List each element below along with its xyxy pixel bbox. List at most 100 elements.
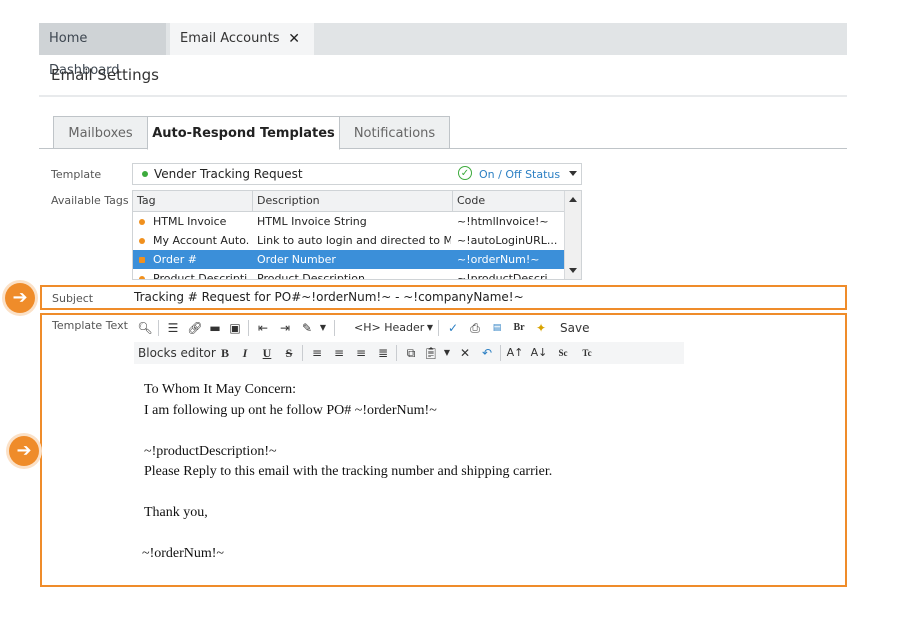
editor-line: To Whom It May Concern:: [144, 382, 296, 397]
cell-tag: Product Descripti...: [153, 272, 249, 280]
cell-code: ~!productDescri...: [457, 272, 559, 280]
toolbar-separator: [248, 320, 249, 336]
tags-table-header: Tag Description Code: [133, 191, 565, 212]
check-circle-icon: ✓: [458, 166, 472, 180]
spellcheck-icon[interactable]: ✓: [444, 319, 462, 337]
font-size-increase-icon[interactable]: A↑: [506, 344, 524, 362]
chevron-down-icon[interactable]: [569, 171, 577, 176]
editor-line: ~!orderNum!~: [142, 546, 225, 561]
table-scrollbar[interactable]: [564, 191, 581, 279]
template-text-label: Template Text: [52, 319, 128, 332]
template-label: Template: [51, 168, 102, 181]
column-header-description[interactable]: Description: [253, 191, 453, 211]
close-icon[interactable]: ✕: [288, 23, 300, 55]
save-button[interactable]: Save: [560, 317, 589, 339]
tab-home-dashboard[interactable]: Home Dashboard: [39, 23, 166, 78]
clean-icon[interactable]: ✦: [532, 319, 550, 337]
indent-icon[interactable]: ⇥: [276, 319, 294, 337]
arrow-right-icon: ➔: [5, 283, 35, 313]
cell-tag: My Account Auto...: [153, 234, 249, 247]
chevron-down-icon[interactable]: ▼: [438, 344, 456, 362]
justify-icon[interactable]: ≣: [374, 344, 392, 362]
clear-format-icon[interactable]: Tc: [578, 344, 596, 362]
table-row[interactable]: HTML Invoice HTML Invoice String ~!htmlI…: [133, 212, 565, 231]
column-header-tag[interactable]: Tag: [133, 191, 253, 211]
status-dot-icon: [142, 171, 148, 177]
tab-notifications[interactable]: Notifications: [339, 116, 450, 149]
tab-email-accounts-label: Email Accounts: [180, 31, 280, 46]
small-caps-icon[interactable]: Sc: [554, 344, 572, 362]
toolbar-separator: [396, 345, 397, 361]
toolbar-separator: [438, 320, 439, 336]
tab-mailboxes[interactable]: Mailboxes: [53, 116, 148, 149]
table-row-selected[interactable]: Order # Order Number ~!orderNum!~: [133, 250, 565, 269]
tags-table: Tag Description Code HTML Invoice HTML I…: [132, 190, 582, 280]
undo-icon[interactable]: ↶: [478, 344, 496, 362]
print-icon[interactable]: ⎙: [466, 319, 484, 337]
template-text-editor[interactable]: To Whom It May Concern: I am following u…: [142, 380, 553, 565]
column-header-code[interactable]: Code: [453, 191, 565, 211]
table-row[interactable]: My Account Auto... Link to auto login an…: [133, 231, 565, 250]
tag-dot-icon: [139, 238, 145, 244]
template-select[interactable]: Vender Tracking Request ✓ On / Off Statu…: [132, 163, 582, 185]
italic-icon[interactable]: I: [236, 344, 254, 362]
top-tab-bar: Home Dashboard Email Accounts ✕: [39, 23, 847, 78]
copy-icon[interactable]: ⧉: [402, 344, 420, 362]
toolbar-separator: [302, 345, 303, 361]
toolbar-separator: [334, 320, 335, 336]
cell-code: ~!orderNum!~: [457, 253, 540, 266]
subject-row-highlight: Subject Tracking # Request for PO#~!orde…: [40, 285, 847, 310]
insert-image-icon[interactable]: ▣: [226, 319, 244, 337]
tab-email-accounts[interactable]: Email Accounts ✕: [170, 23, 314, 55]
tag-dot-icon: [139, 276, 145, 279]
template-selected-value: Vender Tracking Request: [154, 167, 303, 181]
find-icon[interactable]: 🔍︎: [136, 319, 154, 337]
cell-description: Link to auto login and directed to My...: [257, 234, 451, 247]
html-icon[interactable]: ▤: [488, 319, 506, 337]
bold-icon[interactable]: B: [216, 344, 234, 362]
cell-description: Order Number: [257, 253, 336, 266]
on-off-status-toggle[interactable]: On / Off Status: [479, 168, 560, 181]
chevron-down-icon[interactable]: ▼: [421, 319, 439, 337]
cell-code: ~!autoLoginURL...: [457, 234, 558, 247]
cut-icon[interactable]: ✕: [456, 344, 474, 362]
outdent-icon[interactable]: ⇤: [254, 319, 272, 337]
editor-line: Please Reply to this email with the trac…: [144, 464, 553, 479]
editor-toolbar-row-1: 🔍︎ ☰ 🔗︎ ▬ ▣ ⇤ ⇥ ✎ ▼ <H> Header ▼ ✓ ⎙ ▤ B…: [134, 317, 694, 339]
cell-tag: HTML Invoice: [153, 215, 227, 228]
underline-icon[interactable]: U: [258, 344, 276, 362]
editor-line: ~!productDescription!~: [144, 443, 277, 459]
subject-label: Subject: [52, 292, 94, 305]
chevron-down-icon[interactable]: ▼: [314, 319, 332, 337]
font-size-decrease-icon[interactable]: A↓: [530, 344, 548, 362]
cell-description: HTML Invoice String: [257, 215, 367, 228]
header-dropdown[interactable]: <H> Header: [354, 317, 424, 339]
align-left-icon[interactable]: ≡: [308, 344, 326, 362]
tag-dot-icon: [139, 257, 145, 263]
table-row[interactable]: Product Descripti... Product Description…: [133, 269, 565, 280]
link-icon[interactable]: 🔗︎: [186, 319, 204, 337]
toolbar-separator: [158, 320, 159, 336]
tab-auto-respond-templates[interactable]: Auto-Respond Templates: [147, 116, 340, 150]
editor-line: I am following up ont he follow PO# ~!or…: [144, 402, 437, 418]
tag-dot-icon: [139, 219, 145, 225]
toolbar-separator: [500, 345, 501, 361]
scroll-up-icon[interactable]: [569, 197, 577, 202]
align-center-icon[interactable]: ≡: [330, 344, 348, 362]
page-title: Email Settings: [51, 66, 159, 84]
line-break-icon[interactable]: Br: [510, 319, 528, 337]
scroll-down-icon[interactable]: [569, 268, 577, 273]
subject-input[interactable]: Tracking # Request for PO#~!orderNum!~ -…: [134, 290, 524, 304]
strikethrough-icon[interactable]: S: [280, 344, 298, 362]
align-right-icon[interactable]: ≡: [352, 344, 370, 362]
arrow-right-icon: ➔: [9, 436, 39, 466]
blocks-editor-button[interactable]: Blocks editor: [138, 342, 216, 364]
editor-toolbar-row-2: Blocks editor B I U S ≡ ≡ ≡ ≣ ⧉ 📋︎ ▼ ✕ ↶…: [134, 342, 684, 364]
cell-code: ~!htmlInvoice!~: [457, 215, 549, 228]
horizontal-rule-icon[interactable]: ▬: [206, 319, 224, 337]
bulleted-list-icon[interactable]: ☰: [164, 319, 182, 337]
cell-tag: Order #: [153, 253, 197, 266]
